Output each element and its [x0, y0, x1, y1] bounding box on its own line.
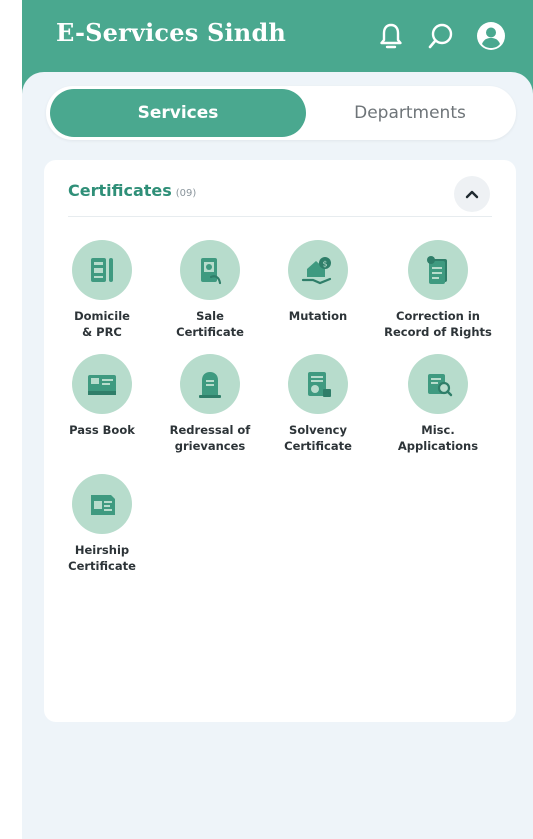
- service-label: Mutation: [288, 309, 348, 323]
- service-tile-solvency[interactable]: Solvency Certificate: [264, 354, 382, 476]
- service-label: Heirship Certificate: [68, 543, 136, 573]
- section-title-text: Certificates: [68, 181, 172, 200]
- tab-switcher: Services Departments: [46, 86, 516, 140]
- correction-icon: [408, 240, 468, 300]
- service-tile-correction[interactable]: Correction in Record of Rights: [384, 240, 502, 362]
- redressal-icon: [180, 354, 240, 414]
- service-label: Redressal of grievances: [169, 423, 251, 453]
- service-tile-redressal[interactable]: Redressal of grievances: [156, 354, 274, 476]
- section-count: (09): [175, 188, 197, 199]
- service-label: Domicile & PRC: [74, 309, 130, 339]
- collapse-button[interactable]: [454, 176, 490, 212]
- service-label: Solvency Certificate: [284, 423, 352, 453]
- service-tile-heirship[interactable]: Heirship Certificate: [48, 474, 166, 596]
- certificates-card: Certificates (09) Domicile & PRC Sale Ce…: [44, 160, 516, 722]
- app-screen: E-Services Sindh Services Departments Ce…: [22, 0, 533, 839]
- search-icon[interactable]: [425, 20, 457, 52]
- service-tile-mutation[interactable]: $ Mutation: [264, 240, 382, 362]
- section-title: Certificates (09): [68, 181, 196, 200]
- svg-text:$: $: [322, 260, 327, 269]
- app-title: E-Services Sindh: [56, 18, 287, 47]
- service-tile-misc-applications[interactable]: Misc. Applications: [384, 354, 502, 476]
- misc-applications-icon: [408, 354, 468, 414]
- service-tile-sale-certificate[interactable]: Sale Certificate: [156, 240, 274, 362]
- pass-book-icon: [72, 354, 132, 414]
- service-label: Misc. Applications: [397, 423, 479, 453]
- bell-icon[interactable]: [375, 20, 407, 52]
- service-label: Correction in Record of Rights: [384, 309, 492, 339]
- mutation-icon: $: [288, 240, 348, 300]
- service-label: Sale Certificate: [176, 309, 244, 339]
- solvency-icon: [288, 354, 348, 414]
- domicile-icon: [72, 240, 132, 300]
- tab-departments[interactable]: Departments: [308, 89, 512, 137]
- chevron-up-icon: [465, 190, 479, 199]
- account-icon[interactable]: [475, 20, 507, 52]
- service-tile-domicile[interactable]: Domicile & PRC: [48, 240, 166, 362]
- service-tile-pass-book[interactable]: Pass Book: [48, 354, 166, 476]
- heirship-icon: [72, 474, 132, 534]
- tab-services[interactable]: Services: [50, 89, 306, 137]
- service-label: Pass Book: [69, 423, 135, 437]
- sale-certificate-icon: [180, 240, 240, 300]
- section-header[interactable]: Certificates (09): [68, 176, 492, 217]
